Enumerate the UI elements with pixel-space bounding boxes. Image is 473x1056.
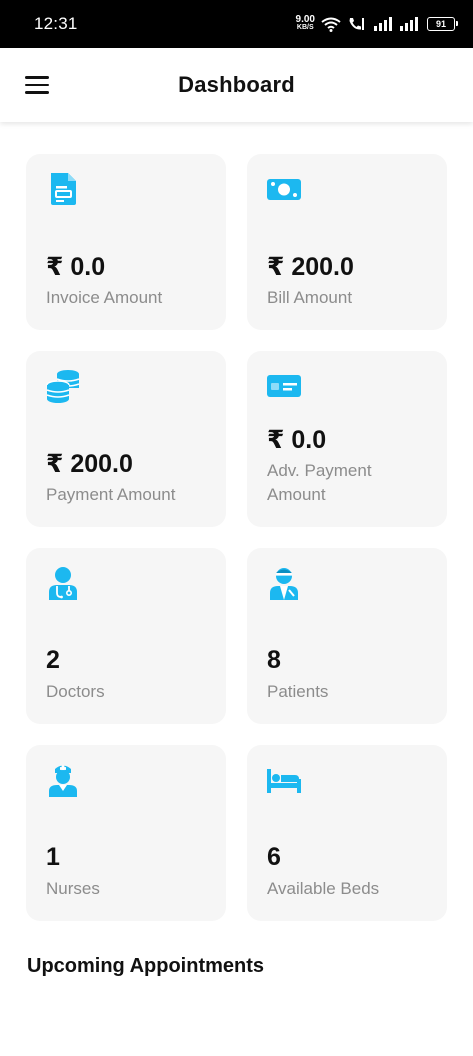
bill-amount-card[interactable]: ₹ 200.0 Bill Amount: [247, 154, 447, 330]
battery-icon: 91: [427, 17, 458, 31]
patients-label: Patients: [267, 682, 329, 701]
status-bar: 12:31 9.00 KB/S 91: [0, 0, 473, 48]
hamburger-menu-icon[interactable]: [25, 76, 49, 94]
nurses-count: 1: [46, 843, 60, 871]
network-speed-value: 9.00: [295, 14, 315, 25]
credit-card-icon: [267, 369, 301, 403]
cash-bill-icon: [267, 172, 301, 206]
adv-payment-amount-label: Adv. Payment Amount: [267, 461, 372, 504]
adv-payment-amount-value: ₹ 0.0: [267, 426, 327, 454]
patients-count: 8: [267, 646, 281, 674]
doctors-label: Doctors: [46, 682, 105, 701]
payment-amount-value: ₹ 200.0: [46, 450, 133, 478]
doctors-count: 2: [46, 646, 60, 674]
nurse-icon: [46, 763, 80, 797]
nurses-card[interactable]: 1 Nurses: [26, 745, 226, 921]
doctor-icon: [46, 566, 80, 600]
available-beds-label: Available Beds: [267, 879, 380, 898]
payment-amount-card[interactable]: ₹ 200.0 Payment Amount: [26, 351, 226, 527]
network-speed-unit: KB/S: [296, 24, 314, 31]
battery-level: 91: [435, 19, 446, 29]
invoice-amount-card[interactable]: ₹ 0.0 Invoice Amount: [26, 154, 226, 330]
invoice-amount-label: Invoice Amount: [46, 288, 163, 307]
wifi-icon: [321, 17, 341, 32]
signal-strength-icon-1: [374, 17, 392, 31]
signal-strength-icon-2: [400, 17, 418, 31]
coins-stack-icon: [46, 369, 80, 403]
invoice-amount-value: ₹ 0.0: [46, 253, 106, 281]
page-title: Dashboard: [178, 72, 295, 97]
adv-payment-amount-card[interactable]: ₹ 0.0 Adv. Payment Amount: [247, 351, 447, 527]
upcoming-appointments-title: Upcoming Appointments: [27, 955, 265, 977]
patient-icon: [267, 566, 301, 600]
network-speed: 9.00 KB/S: [295, 14, 315, 32]
volte-call-icon: [349, 18, 364, 30]
available-beds-card[interactable]: 6 Available Beds: [247, 745, 447, 921]
bill-amount-label: Bill Amount: [267, 288, 353, 307]
invoice-document-icon: [46, 172, 80, 206]
bill-amount-value: ₹ 200.0: [267, 253, 354, 281]
available-beds-count: 6: [267, 843, 281, 871]
status-time: 12:31: [34, 14, 78, 33]
payment-amount-label: Payment Amount: [46, 485, 176, 504]
status-icons: 9.00 KB/S 91: [295, 14, 458, 32]
nurses-label: Nurses: [46, 879, 100, 898]
doctors-card[interactable]: 2 Doctors: [26, 548, 226, 724]
app-bar: Dashboard: [0, 48, 473, 122]
patients-card[interactable]: 8 Patients: [247, 548, 447, 724]
bed-icon: [267, 763, 301, 797]
